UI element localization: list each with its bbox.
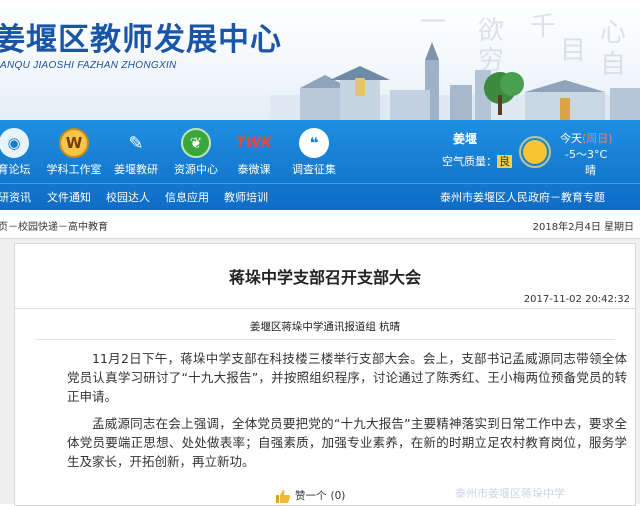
- site-banner: 一 欲 穷 心 千 目 自 姜堰区教师发展中心 ANQU JIAOSHI FAZ…: [0, 0, 640, 120]
- nav-item-microclass[interactable]: TWK 泰微课: [226, 128, 282, 177]
- calligraphy-char: 目: [560, 36, 587, 66]
- wow-shield-icon: W: [59, 128, 89, 158]
- air-quality-label: 空气质量：: [442, 155, 497, 168]
- leaf-icon: ❦: [181, 128, 211, 158]
- nav-item-survey[interactable]: ❝ 调查征集: [286, 128, 342, 177]
- divider: [35, 339, 615, 340]
- weather-city: 姜堰: [453, 132, 478, 146]
- weather-day: 今天(周日): [560, 130, 613, 146]
- weather-weekday: (周日): [582, 132, 613, 145]
- nav-item-forum[interactable]: ◉ 育论坛: [0, 128, 42, 177]
- nav-link-gov-education[interactable]: 泰州市姜堰区人民政府－教育专题: [440, 189, 605, 205]
- thumbs-up-icon: [276, 489, 291, 503]
- site-subtitle: ANQU JIAOSHI FAZHAN ZHONGXIN: [0, 60, 177, 71]
- nav-link-notices[interactable]: 文件通知: [47, 189, 91, 205]
- content-area: 蒋垛中学支部召开支部大会 2017-11-02 20:42:32 姜堰区蒋垛中学…: [0, 239, 640, 506]
- article: 蒋垛中学支部召开支部大会 2017-11-02 20:42:32 姜堰区蒋垛中学…: [14, 243, 636, 506]
- nav-item-label: 学科工作室: [46, 163, 102, 176]
- weather-condition: 晴: [585, 164, 596, 177]
- nav-item-label: 泰微课: [237, 163, 271, 176]
- article-title: 蒋垛中学支部召开支部大会: [228, 268, 421, 287]
- nav-item-resources[interactable]: ❦ 资源中心: [168, 128, 224, 177]
- main-nav: ◉ 育论坛 W 学科工作室 ✎ 姜堰教研 ❦ 资源中心 TWK 泰微课 ❝ 调查…: [0, 120, 640, 210]
- like-button[interactable]: 赞一个 (0): [275, 488, 345, 503]
- like-count: (0): [330, 489, 346, 502]
- nav-link-news[interactable]: 研资讯: [0, 189, 31, 205]
- article-paragraph: 11月2日下午，蒋垛中学支部在科技楼三楼举行支部大会。会上，支部书记孟威源同志带…: [67, 351, 627, 404]
- chat-icon: ❝: [299, 128, 329, 158]
- calligraphy-char: 穷: [478, 46, 505, 76]
- twk-logo-icon: TWK: [236, 135, 272, 151]
- nav-link-teacher-training[interactable]: 教师培训: [224, 189, 268, 205]
- nav-item-research[interactable]: ✎ 姜堰教研: [108, 128, 164, 177]
- site-title: 姜堰区教师发展中心: [0, 22, 282, 58]
- calligraphy-char: 自: [600, 50, 627, 80]
- air-quality-badge: 良: [497, 155, 512, 168]
- calligraphy-char: 千: [530, 12, 557, 42]
- nav-item-label: 育论坛: [0, 163, 31, 176]
- calligraphy-char: 一: [420, 8, 447, 38]
- nav-item-label: 资源中心: [174, 163, 218, 176]
- sub-nav: 研资讯 文件通知 校园达人 信息应用 教师培训 泰州市姜堰区人民政府－教育专题: [0, 183, 640, 210]
- article-author: 姜堰区蒋垛中学通讯报道组 杭晴: [249, 321, 401, 333]
- nav-item-studio[interactable]: W 学科工作室: [46, 128, 102, 177]
- breadcrumb[interactable]: 页－校园快递－高中教育: [0, 218, 108, 233]
- current-date: 2018年2月4日 星期日: [532, 222, 634, 233]
- sun-icon: [519, 136, 551, 168]
- nav-item-label: 姜堰教研: [114, 163, 158, 176]
- book-icon: ✎: [128, 132, 144, 154]
- article-timestamp: 2017-11-02 20:42:32: [523, 294, 630, 305]
- weather-temperature: -5～3°C: [565, 148, 608, 161]
- nav-item-label: 调查征集: [292, 163, 336, 176]
- weather-day-label: 今天: [560, 132, 582, 145]
- forum-icon: ◉: [0, 128, 29, 158]
- nav-link-campus-stars[interactable]: 校园达人: [106, 189, 150, 205]
- divider: [15, 308, 635, 309]
- like-label: 赞一个: [295, 490, 327, 502]
- air-quality: 空气质量：良: [442, 153, 512, 169]
- nav-link-info-apps[interactable]: 信息应用: [165, 189, 209, 205]
- article-paragraph: 孟威源同志在会上强调，全体党员要把党的“十九大报告”主要精神落实到日常工作中去，…: [67, 416, 627, 469]
- breadcrumb-bar: 页－校园快递－高中教育 2018年2月4日 星期日: [0, 210, 640, 239]
- watermark: 泰州市姜堰区蒋垛中学: [455, 487, 565, 500]
